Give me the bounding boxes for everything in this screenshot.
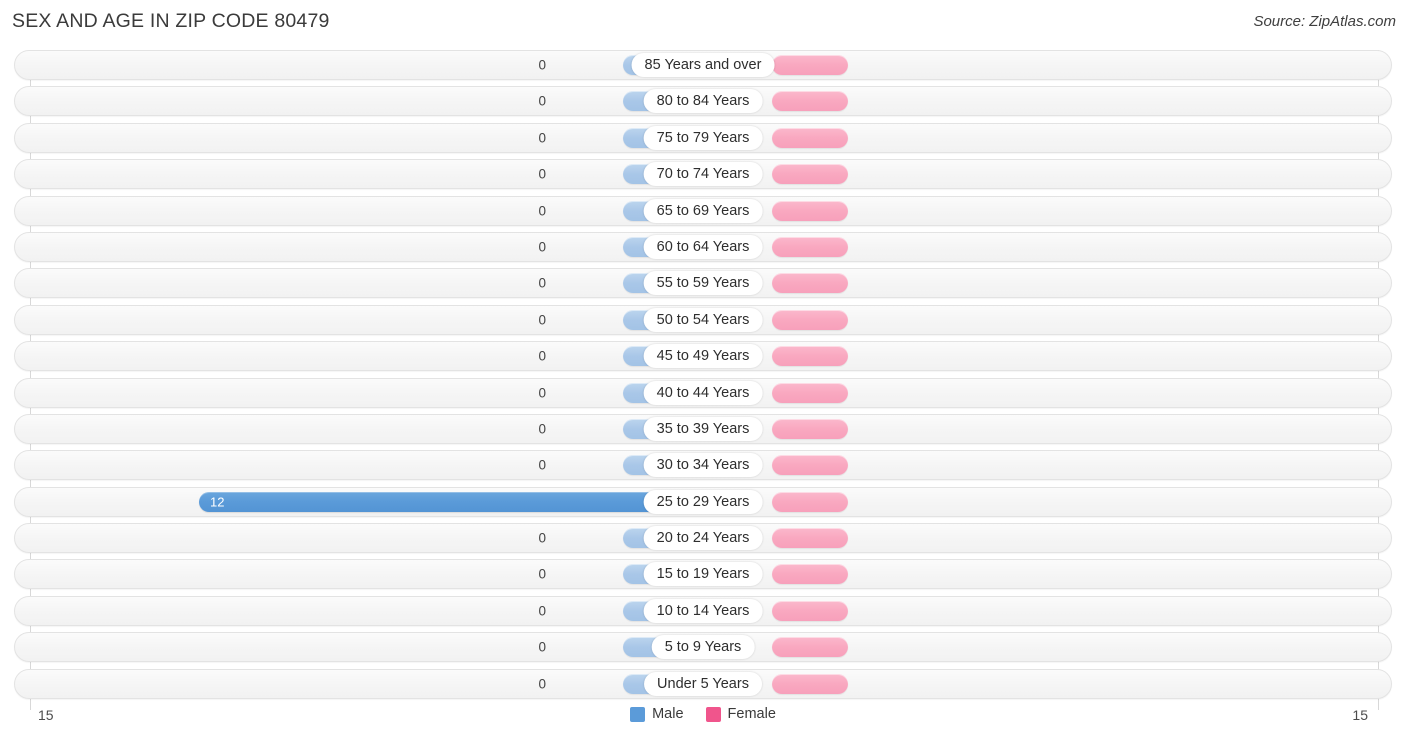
age-group-label: 15 to 19 Years	[643, 562, 763, 587]
age-group-label: 30 to 34 Years	[643, 453, 763, 478]
age-group-label: 45 to 49 Years	[643, 344, 763, 369]
bar-female[interactable]	[772, 455, 848, 476]
bar-female[interactable]	[772, 382, 848, 403]
age-group-label: Under 5 Years	[644, 671, 762, 696]
legend-item[interactable]: Male	[630, 706, 684, 722]
age-group-label: 20 to 24 Years	[643, 526, 763, 551]
age-group-label: 65 to 69 Years	[643, 198, 763, 223]
table-row[interactable]: 0030 to 34 Years	[14, 450, 1392, 481]
table-row[interactable]: 0040 to 44 Years	[14, 377, 1392, 408]
chart-header: SEX AND AGE IN ZIP CODE 80479 Source: Zi…	[0, 0, 1406, 44]
bar-value-male: 0	[538, 384, 546, 400]
bar-value-male: 0	[538, 457, 546, 473]
legend-item[interactable]: Female	[705, 706, 776, 722]
table-row[interactable]: 01225 to 29 Years	[14, 486, 1392, 517]
table-row[interactable]: 005 to 9 Years	[14, 632, 1392, 663]
bar-female[interactable]	[772, 309, 848, 330]
bar-female[interactable]	[772, 491, 848, 512]
bar-female[interactable]	[772, 236, 848, 257]
age-group-label: 85 Years and over	[631, 53, 775, 77]
table-row[interactable]: 0015 to 19 Years	[14, 559, 1392, 590]
plot-area: 0 0 85 Years and over 0 0 80 to 84 Years 0 0 75 …	[0, 50, 1406, 710]
legend-swatch-icon	[705, 706, 721, 722]
bar-value-male: 0	[538, 530, 546, 546]
bar-female[interactable]	[772, 600, 848, 621]
bar-value-male: 0	[538, 311, 546, 327]
bar-value-male: 0	[538, 202, 546, 218]
age-group-label: 40 to 44 Years	[643, 380, 763, 405]
age-group-label: 25 to 29 Years	[643, 489, 763, 514]
age-group-label: 35 to 39 Years	[643, 416, 763, 441]
table-row[interactable]: 0035 to 39 Years	[14, 413, 1392, 444]
age-group-label: 5 to 9 Years	[651, 635, 755, 660]
bar-female[interactable]	[772, 164, 848, 185]
legend-label: Male	[652, 706, 684, 722]
age-group-label: 80 to 84 Years	[643, 89, 763, 114]
bar-value-male: 12	[210, 494, 225, 510]
table-row[interactable]: 0080 to 84 Years	[14, 86, 1392, 117]
table-row[interactable]: 0075 to 79 Years	[14, 122, 1392, 153]
chart-legend: Male Female	[0, 706, 1406, 722]
bar-value-male: 0	[538, 348, 546, 364]
bar-female[interactable]	[772, 673, 848, 694]
bar-female[interactable]	[772, 637, 848, 658]
age-group-label: 10 to 14 Years	[643, 598, 763, 623]
table-row[interactable]: 0060 to 64 Years	[14, 231, 1392, 262]
bar-value-male: 0	[538, 639, 546, 655]
bar-value-male: 0	[538, 130, 546, 146]
table-row[interactable]: 0070 to 74 Years	[14, 159, 1392, 190]
age-group-label: 60 to 64 Years	[643, 234, 763, 259]
bar-female[interactable]	[772, 127, 848, 148]
bar-female[interactable]	[772, 346, 848, 367]
bar-value-male: 0	[538, 57, 546, 73]
chart-page: SEX AND AGE IN ZIP CODE 80479 Source: Zi…	[0, 0, 1406, 740]
bar-value-male: 0	[538, 166, 546, 182]
table-row[interactable]: 0065 to 69 Years	[14, 195, 1392, 226]
bar-female[interactable]	[772, 91, 848, 112]
bar-female[interactable]	[772, 564, 848, 585]
bar-value-male: 0	[538, 93, 546, 109]
age-group-label: 55 to 59 Years	[643, 271, 763, 296]
bar-value-male: 0	[538, 275, 546, 291]
bar-female[interactable]	[772, 55, 848, 75]
table-row[interactable]: 0050 to 54 Years	[14, 304, 1392, 335]
table-row[interactable]: 0010 to 14 Years	[14, 595, 1392, 626]
page-title: SEX AND AGE IN ZIP CODE 80479	[12, 10, 330, 32]
legend-label: Female	[727, 706, 776, 722]
source-attribution: Source: ZipAtlas.com	[1253, 13, 1396, 30]
bar-value-male: 0	[538, 421, 546, 437]
age-group-label: 70 to 74 Years	[643, 162, 763, 187]
chart-footer: 15 15 Male Female	[0, 702, 1406, 740]
bar-male[interactable]: 12	[199, 491, 699, 512]
bar-female[interactable]	[772, 273, 848, 294]
bar-female[interactable]	[772, 418, 848, 439]
bar-value-male: 0	[538, 239, 546, 255]
legend-swatch-icon	[630, 706, 646, 722]
table-row[interactable]: 0045 to 49 Years	[14, 341, 1392, 372]
bar-female[interactable]	[772, 528, 848, 549]
age-group-label: 75 to 79 Years	[643, 125, 763, 150]
bar-rows: 0 0 85 Years and over 0 0 80 to 84 Years 0 0 75 …	[0, 50, 1406, 705]
bar-value-male: 0	[538, 675, 546, 691]
bar-value-male: 0	[538, 603, 546, 619]
table-row[interactable]: 0085 Years and over	[14, 50, 1392, 80]
bar-female[interactable]	[772, 200, 848, 221]
table-row[interactable]: 0055 to 59 Years	[14, 268, 1392, 299]
bar-value-male: 0	[538, 566, 546, 582]
table-row[interactable]: 0020 to 24 Years	[14, 523, 1392, 554]
age-group-label: 50 to 54 Years	[643, 307, 763, 332]
table-row[interactable]: 00Under 5 Years	[14, 668, 1392, 699]
